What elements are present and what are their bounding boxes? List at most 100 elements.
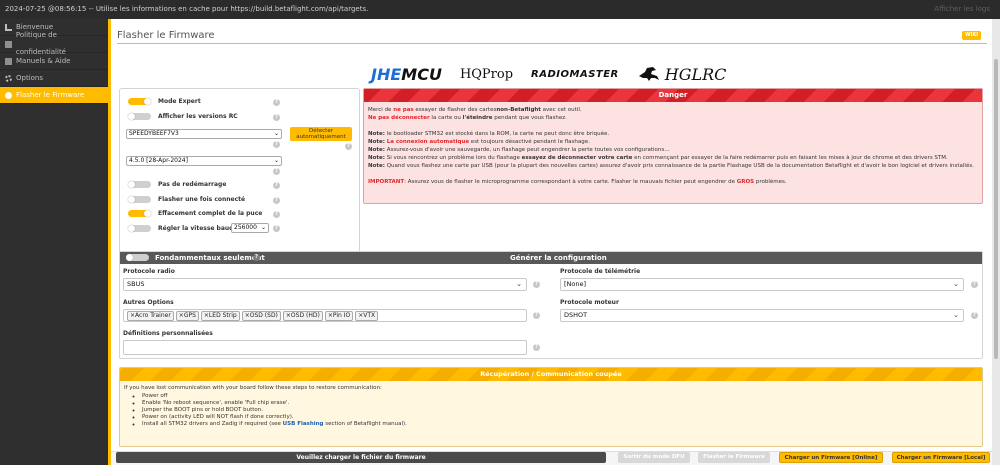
recovery-step: Install all STM32 drivers and Zadig if r… bbox=[142, 421, 978, 428]
help-icon[interactable]: ? bbox=[971, 312, 978, 319]
recovery-step: Power on (activity LED will NOT flash if… bbox=[142, 414, 978, 421]
help-icon[interactable]: ? bbox=[533, 312, 540, 319]
option-chip[interactable]: ×Acro Trainer bbox=[127, 311, 174, 321]
help-icon[interactable]: ? bbox=[345, 143, 352, 150]
log-message: 2024-07-25 @08:56:15 -- Utilise les info… bbox=[5, 5, 369, 13]
exit-dfu-button[interactable]: Sortir du mode DFU bbox=[618, 452, 690, 463]
danger-panel: Danger Merci de ne pas essayer de flashe… bbox=[363, 88, 983, 204]
sidebar-item-options[interactable]: Options bbox=[0, 70, 108, 87]
danger-title: Danger bbox=[364, 89, 982, 102]
custom-defines-input[interactable] bbox=[123, 340, 527, 355]
other-options-label: Autres Options bbox=[123, 299, 174, 306]
motor-protocol-select[interactable]: DSHOT ⌄ bbox=[560, 309, 964, 322]
firmware-status: Veuillez charger le fichier du firmware bbox=[116, 452, 606, 463]
help-icon[interactable]: ? bbox=[273, 99, 280, 106]
radio-protocol-select[interactable]: SBUS ⌄ bbox=[123, 278, 527, 291]
help-icon[interactable]: ? bbox=[273, 197, 280, 204]
auto-detect-button[interactable]: Détecter automatiquement bbox=[290, 127, 352, 141]
full-erase-row: Effacement complet de la puce bbox=[128, 210, 262, 217]
scrollbar[interactable] bbox=[992, 19, 1000, 465]
recovery-text: If you have lost communication with your… bbox=[120, 381, 982, 432]
baud-toggle[interactable] bbox=[128, 225, 151, 232]
expert-mode-row: Mode Expert bbox=[128, 98, 201, 105]
help-icon[interactable]: ? bbox=[971, 281, 978, 288]
recovery-step: Jumper the BOOT pins or hold BOOT button… bbox=[142, 407, 978, 414]
page-title: Flasher le Firmware bbox=[117, 30, 215, 41]
sidebar-item-privacy[interactable]: Politique de confidentialité bbox=[0, 31, 108, 56]
target-select[interactable]: SPEEDYBEEF7V3 ⌄ bbox=[126, 129, 282, 139]
option-chip[interactable]: ×VTX bbox=[355, 311, 379, 321]
help-icon[interactable]: ? bbox=[273, 141, 280, 148]
build-config-title: Générer la configuration bbox=[510, 254, 607, 262]
danger-text: Merci de ne pas essayer de flasher des c… bbox=[368, 107, 974, 185]
baud-select[interactable]: 256000 ⌄ bbox=[231, 223, 269, 233]
option-chip[interactable]: ×LED Strip bbox=[200, 311, 240, 321]
jhemcu-logo: JHEMCU bbox=[371, 64, 442, 84]
option-chips: ×Acro Trainer ×GPS ×LED Strip ×OSD (SD) … bbox=[127, 310, 526, 321]
build-config-header: Fondammentaux seulement ? Générer la con… bbox=[120, 252, 982, 264]
version-select[interactable]: 4.5.0 [28-Apr-2024] ⌄ bbox=[126, 156, 282, 166]
show-rc-label: Afficher les versions RC bbox=[158, 113, 238, 120]
load-firmware-local-button[interactable]: Charger un Firmware [Local] bbox=[892, 452, 990, 463]
sidebar-item-label: Manuels & Aide bbox=[16, 56, 71, 65]
option-chip[interactable]: ×Pin IO bbox=[324, 311, 354, 321]
flash-on-connect-label: Flasher une fois connecté bbox=[158, 196, 246, 203]
option-chip[interactable]: ×OSD (HD) bbox=[282, 311, 323, 321]
help-icon[interactable]: ? bbox=[273, 114, 280, 121]
core-only-toggle[interactable] bbox=[126, 254, 149, 261]
sidebar: Bienvenue Politique de confidentialité M… bbox=[0, 19, 108, 465]
baud-label: Régler la vitesse baud bbox=[158, 225, 234, 232]
wiki-button[interactable]: WIKI bbox=[962, 31, 981, 40]
expert-mode-toggle[interactable] bbox=[128, 98, 151, 105]
dinosaur-icon bbox=[638, 67, 659, 81]
telemetry-protocol-select[interactable]: [None] ⌄ bbox=[560, 278, 964, 291]
flash-on-connect-row: Flasher une fois connecté bbox=[128, 196, 245, 203]
document-icon bbox=[5, 40, 12, 48]
sponsor-logos: JHEMCU HQProp RADIOMASTER HGLRC bbox=[371, 63, 751, 85]
no-reboot-row: Pas de redémarrage bbox=[128, 181, 226, 188]
help-icon[interactable]: ? bbox=[273, 182, 280, 189]
usb-flashing-link[interactable]: USB Flashing bbox=[283, 421, 324, 427]
motor-protocol-label: Protocole moteur bbox=[560, 299, 619, 306]
flash-firmware-button[interactable]: Flasher le Firmware bbox=[698, 452, 770, 463]
bottom-toolbar: Veuillez charger le fichier du firmware … bbox=[111, 451, 992, 465]
show-log-link[interactable]: Afficher les logs bbox=[934, 0, 990, 19]
title-divider bbox=[117, 43, 987, 44]
expert-mode-label: Mode Expert bbox=[158, 98, 201, 105]
flash-options-panel: Mode Expert ? Afficher les versions RC ?… bbox=[119, 88, 360, 263]
option-chip[interactable]: ×GPS bbox=[175, 311, 199, 321]
option-chip[interactable]: ×OSD (SD) bbox=[241, 311, 281, 321]
recovery-title: Récupération / Communication coupée bbox=[120, 368, 982, 381]
custom-defines-label: Définitions personnalisées bbox=[123, 330, 213, 337]
scrollbar-thumb[interactable] bbox=[994, 59, 998, 359]
hglrc-logo: HGLRC bbox=[637, 65, 726, 84]
load-firmware-online-button[interactable]: Charger un Firmware [Online] bbox=[779, 452, 883, 463]
full-erase-toggle[interactable] bbox=[128, 210, 151, 217]
show-rc-row: Afficher les versions RC bbox=[128, 113, 238, 120]
sidebar-item-label: Flasher le Firmware bbox=[16, 90, 85, 99]
gear-icon bbox=[5, 74, 12, 82]
recovery-step: Power off bbox=[142, 393, 978, 400]
help-icon[interactable]: ? bbox=[273, 168, 280, 175]
show-rc-toggle[interactable] bbox=[128, 113, 151, 120]
flash-icon bbox=[5, 91, 12, 99]
no-reboot-toggle[interactable] bbox=[128, 181, 151, 188]
sidebar-item-firmware-flasher[interactable]: Flasher le Firmware bbox=[0, 87, 108, 104]
help-icon[interactable]: ? bbox=[253, 254, 260, 261]
baud-row: Régler la vitesse baud bbox=[128, 225, 233, 232]
flash-on-connect-toggle[interactable] bbox=[128, 196, 151, 203]
log-bar: 2024-07-25 @08:56:15 -- Utilise les info… bbox=[0, 0, 1000, 19]
other-options-multiselect[interactable]: ×Acro Trainer ×GPS ×LED Strip ×OSD (SD) … bbox=[123, 309, 527, 322]
book-icon bbox=[5, 57, 12, 65]
hqprop-logo: HQProp bbox=[459, 66, 514, 82]
no-reboot-label: Pas de redémarrage bbox=[158, 181, 227, 188]
main-content: Flasher le Firmware WIKI JHEMCU HQProp R… bbox=[108, 19, 992, 465]
recovery-panel: Récupération / Communication coupée If y… bbox=[119, 367, 983, 447]
sidebar-item-label: Options bbox=[16, 73, 44, 82]
help-icon[interactable]: ? bbox=[533, 281, 540, 288]
radiomaster-logo: RADIOMASTER bbox=[531, 68, 619, 80]
help-icon[interactable]: ? bbox=[533, 344, 540, 351]
help-icon[interactable]: ? bbox=[273, 225, 280, 232]
help-icon[interactable]: ? bbox=[273, 211, 280, 218]
build-config-panel: Fondammentaux seulement ? Générer la con… bbox=[119, 251, 983, 359]
